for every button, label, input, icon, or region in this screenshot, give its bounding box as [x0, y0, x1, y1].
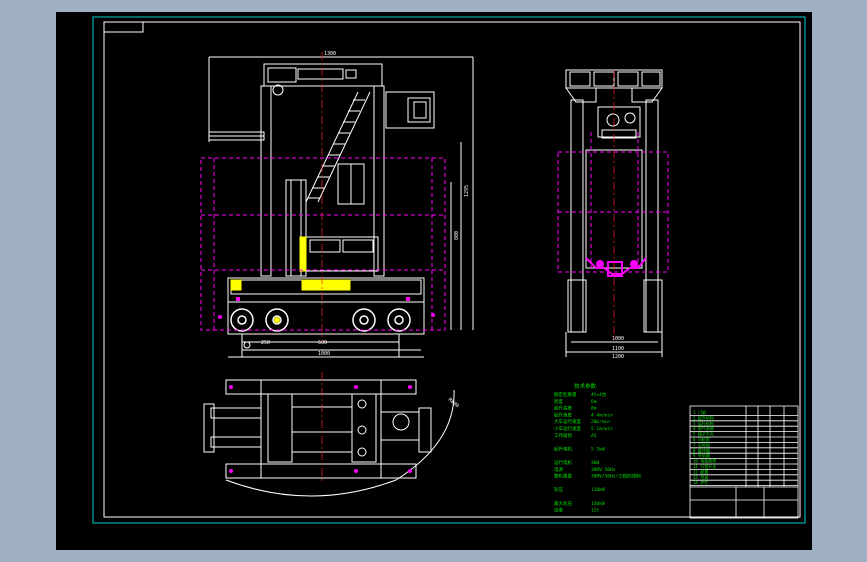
front-view: 1300 1295 800 250 600 1000	[208, 51, 474, 358]
tech-param-label: 大车运行速度	[554, 418, 581, 425]
bom-row: 11 行程开关	[693, 463, 716, 469]
tech-param-value: 380V/50Hz/三相四线制	[591, 473, 641, 480]
side-view-hidden-lines	[557, 132, 669, 273]
bom-row: 5 梯子平台	[693, 431, 714, 437]
dim-side-3: 1200	[612, 354, 624, 360]
tech-param-value: 20m/min	[591, 419, 610, 425]
tech-param-value: 150kN	[591, 501, 605, 507]
cad-viewport[interactable]: 1300 1295 800 250 600 1000 1000 1100 120…	[56, 12, 812, 550]
tech-param-label: 轮压	[554, 486, 563, 493]
dim-side-2: 1100	[612, 346, 624, 352]
tech-param-label: 起升速度	[554, 411, 572, 418]
tech-param-label: 运行电机	[554, 459, 572, 466]
tech-param-label: 电源	[554, 466, 563, 473]
tech-param-value: 4.4m/min	[591, 412, 613, 418]
tech-param-label: 最大轮压	[554, 500, 572, 507]
tech-param-label: 跨度	[554, 398, 563, 405]
tech-param-value: 8m	[591, 406, 597, 412]
bom-row: 2 起升机构	[693, 414, 714, 420]
bom-row: 8 缓冲器	[693, 447, 710, 453]
dim-bottom-2: 600	[318, 340, 327, 346]
bom-row: 9 夹轨器	[693, 452, 710, 458]
tech-param-value: A5	[591, 433, 597, 439]
dim-bottom-3: 1000	[318, 351, 330, 357]
tech-param-label: 整机重量	[554, 473, 572, 480]
dim-right-2: 800	[454, 231, 460, 240]
tech-param-label: 小车运行速度	[554, 425, 581, 432]
tech-param-value: 5.1m/min	[591, 426, 613, 432]
dim-top-width: 1300	[324, 51, 336, 57]
top-view: R800	[203, 379, 460, 497]
tech-param-label: 自重	[554, 507, 563, 514]
dim-bottom-1: 250	[261, 340, 270, 346]
tech-params: 技术参数 额定起重量 4t×4台跨度 6m 起升高度 8m 起升速度 4.4m/min 大车运…	[554, 382, 641, 514]
bom-row: 6 司机室	[693, 436, 710, 442]
bom-row: 1 门架	[693, 409, 706, 415]
tech-param-value: 3kW	[591, 460, 599, 466]
bom-row: 10 电缆卷筒	[693, 458, 716, 464]
tech-param-value: 5.5kW	[591, 446, 605, 452]
tech-param-label: 额定起重量	[554, 391, 577, 398]
front-view-magenta-marks	[218, 297, 435, 319]
tech-param-label: 起升高度	[554, 405, 572, 412]
bom-row: 7 车轮组	[693, 441, 710, 447]
bom-row: 4 电气系统	[693, 425, 714, 431]
tech-param-value: 380V 50Hz	[591, 467, 616, 473]
wheels	[230, 308, 411, 332]
tech-param-label: 工作级别	[554, 432, 572, 439]
bom-row: 3 运行机构	[693, 420, 714, 426]
bom-row: 14 护栏	[693, 479, 708, 485]
tech-param-label: 起升电机	[554, 445, 572, 452]
tech-param-value: 4t×4台	[591, 391, 607, 398]
tech-param-value: 6m	[591, 399, 597, 405]
bom-row: 13 吊具	[693, 474, 708, 480]
front-view-hidden-lines	[200, 157, 446, 331]
tech-params-heading: 技术参数	[574, 382, 597, 390]
tech-param-value: 12t	[591, 508, 599, 514]
bom-row: 12 配重	[693, 468, 708, 474]
dim-right-1: 1295	[464, 185, 470, 197]
side-view-spreader	[585, 257, 647, 277]
tech-param-value: 110kN	[591, 487, 605, 493]
top-view-magenta	[229, 385, 412, 473]
bom-table: 1 门架2 起升机构3 运行机构4 电气系统5 梯子平台6 司机室7 车轮组8 …	[693, 409, 716, 485]
